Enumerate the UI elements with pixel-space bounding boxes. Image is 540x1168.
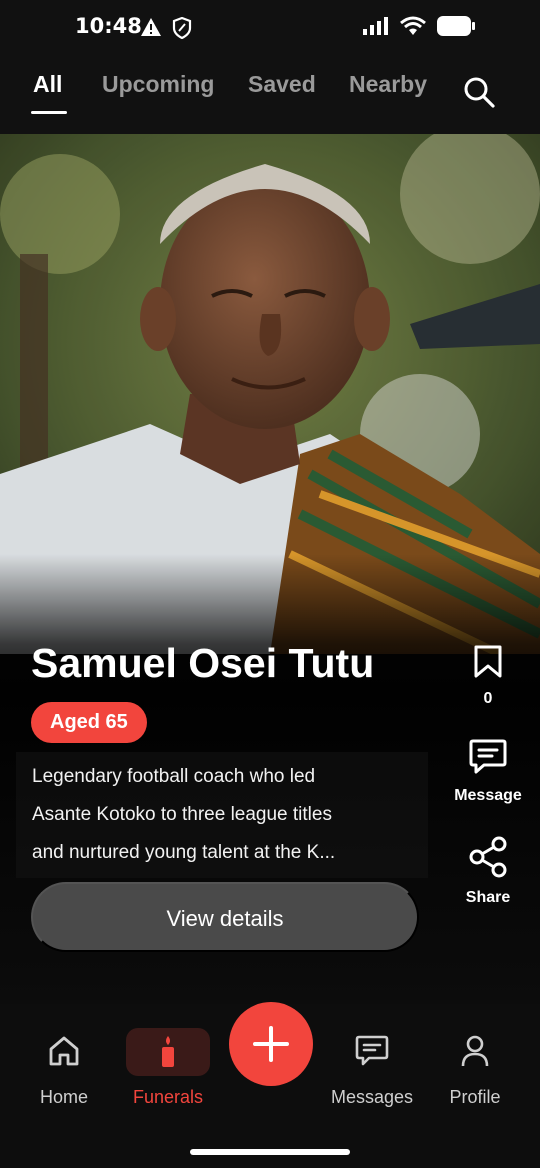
battery-icon (437, 16, 475, 36)
message-label: Message (454, 787, 522, 804)
share-label: Share (465, 889, 511, 906)
description: Legendary football coach who led Asante … (16, 752, 428, 878)
nav-profile[interactable]: Profile (425, 1034, 525, 1108)
nav-profile-label: Profile (449, 1087, 501, 1107)
message-action-button[interactable]: Message (443, 738, 533, 805)
nav-home[interactable]: Home (14, 1034, 114, 1108)
bookmark-button[interactable]: 0 (443, 645, 533, 708)
home-icon (49, 1036, 79, 1066)
share-icon (469, 836, 507, 878)
shield-icon (172, 17, 192, 39)
deceased-name: Samuel Osei Tutu (31, 640, 375, 686)
bookmark-count: 0 (483, 690, 493, 707)
age-badge: Aged 65 (31, 702, 147, 743)
tab-saved[interactable]: Saved (248, 71, 316, 98)
candle-icon (162, 1036, 174, 1067)
signal-icon (363, 17, 388, 35)
top-tab-bar: All Upcoming Saved Nearby (0, 56, 540, 134)
description-line: Asante Kotoko to three league titles (32, 804, 332, 825)
profile-icon (461, 1035, 489, 1067)
view-details-button[interactable]: View details (31, 882, 419, 952)
plus-icon (253, 1026, 289, 1062)
status-bar: 10:48 (0, 0, 540, 56)
search-icon[interactable] (461, 74, 497, 110)
home-indicator (190, 1149, 350, 1155)
tab-upcoming[interactable]: Upcoming (102, 71, 214, 98)
messages-icon (355, 1035, 389, 1066)
message-icon (469, 739, 507, 774)
wifi-icon (400, 16, 426, 35)
create-fab-button[interactable] (229, 1002, 313, 1086)
share-button[interactable]: Share (443, 836, 533, 907)
warning-icon (141, 18, 161, 36)
nav-messages-label: Messages (330, 1087, 414, 1107)
description-line: Legendary football coach who led (32, 766, 316, 787)
nav-funerals-label: Funerals (132, 1087, 204, 1107)
tab-all[interactable]: All (33, 71, 62, 98)
active-tab-indicator (31, 111, 67, 114)
status-time: 10:48 (75, 14, 142, 38)
bookmark-icon (474, 645, 502, 678)
nav-funerals[interactable]: Funerals (118, 1034, 218, 1108)
nav-home-label: Home (39, 1087, 88, 1107)
nav-messages[interactable]: Messages (322, 1034, 422, 1108)
tab-nearby[interactable]: Nearby (349, 71, 427, 98)
description-line: and nurtured young talent at the K... (32, 842, 336, 863)
